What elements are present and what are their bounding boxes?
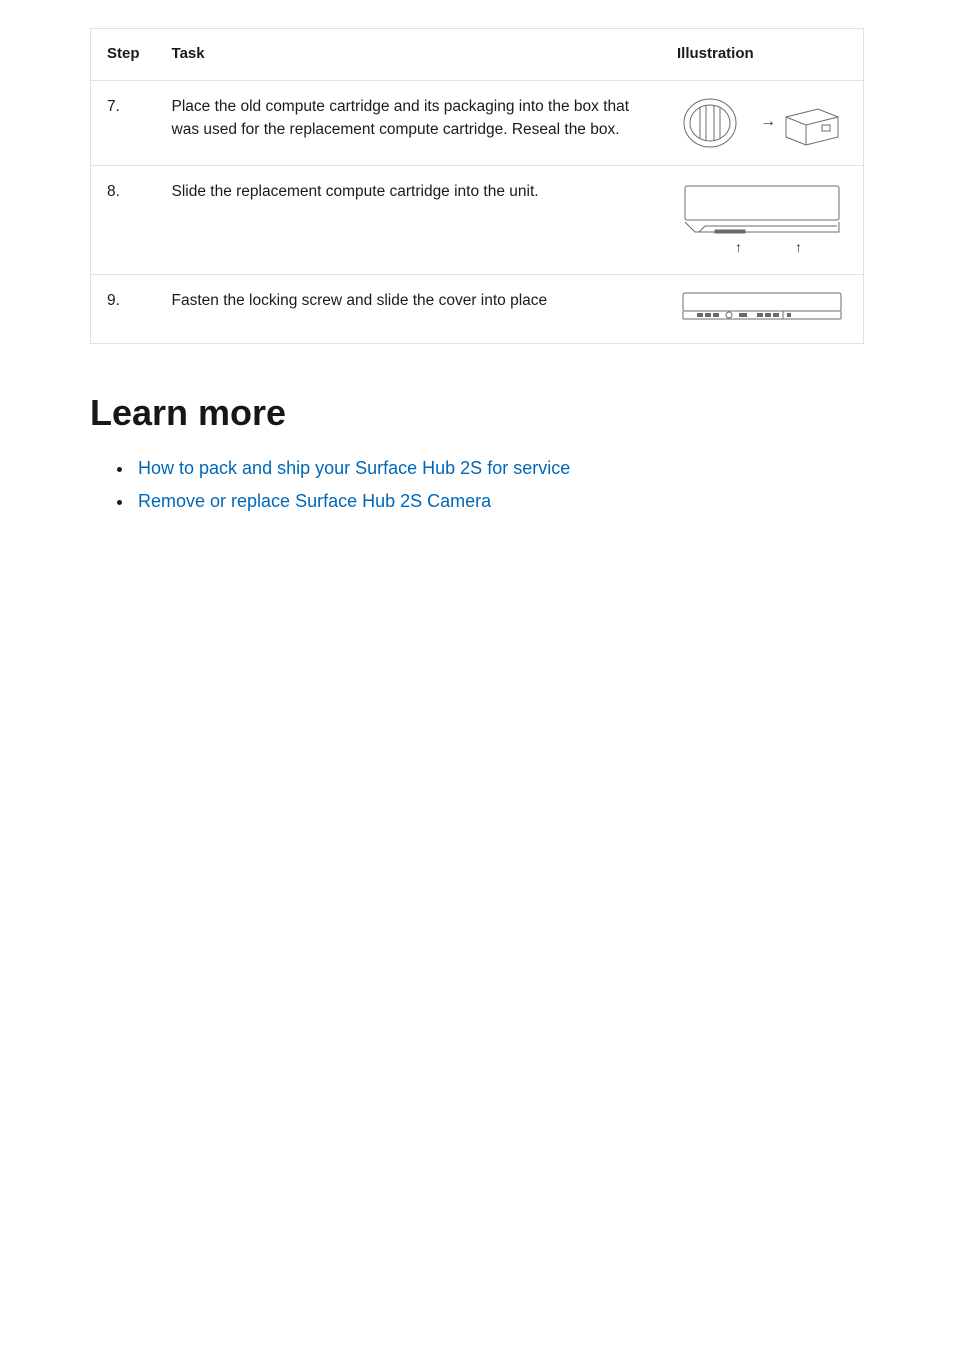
step-number: 7.	[91, 80, 156, 165]
list-item: Remove or replace Surface Hub 2S Camera	[134, 485, 864, 518]
svg-text:→: →	[760, 113, 776, 130]
step-illustration	[661, 274, 864, 343]
step-illustration: →	[661, 80, 864, 165]
list-item: How to pack and ship your Surface Hub 2S…	[134, 452, 864, 485]
slide-cartridge-icon: ↑ ↑	[677, 180, 847, 260]
table-row: 8. Slide the replacement compute cartrid…	[91, 165, 864, 274]
learn-more-list: How to pack and ship your Surface Hub 2S…	[90, 452, 864, 519]
step-task: Place the old compute cartridge and its …	[156, 80, 661, 165]
svg-text:↑: ↑	[795, 239, 802, 255]
step-task: Fasten the locking screw and slide the c…	[156, 274, 661, 343]
col-header-illustration: Illustration	[661, 29, 864, 81]
step-task: Slide the replacement compute cartridge …	[156, 165, 661, 274]
link-pack-ship[interactable]: How to pack and ship your Surface Hub 2S…	[138, 458, 570, 478]
col-header-step: Step	[91, 29, 156, 81]
step-illustration: ↑ ↑	[661, 165, 864, 274]
table-row: 9. Fasten the locking screw and slide th…	[91, 274, 864, 343]
svg-text:↑: ↑	[735, 239, 742, 255]
steps-table: Step Task Illustration 7. Place the old …	[90, 28, 864, 344]
learn-more-heading: Learn more	[90, 392, 864, 434]
link-replace-camera[interactable]: Remove or replace Surface Hub 2S Camera	[138, 491, 491, 511]
col-header-task: Task	[156, 29, 661, 81]
step-number: 8.	[91, 165, 156, 274]
fasten-cover-icon	[677, 289, 847, 329]
step-number: 9.	[91, 274, 156, 343]
packaging-into-box-icon: →	[682, 95, 842, 151]
table-row: 7. Place the old compute cartridge and i…	[91, 80, 864, 165]
